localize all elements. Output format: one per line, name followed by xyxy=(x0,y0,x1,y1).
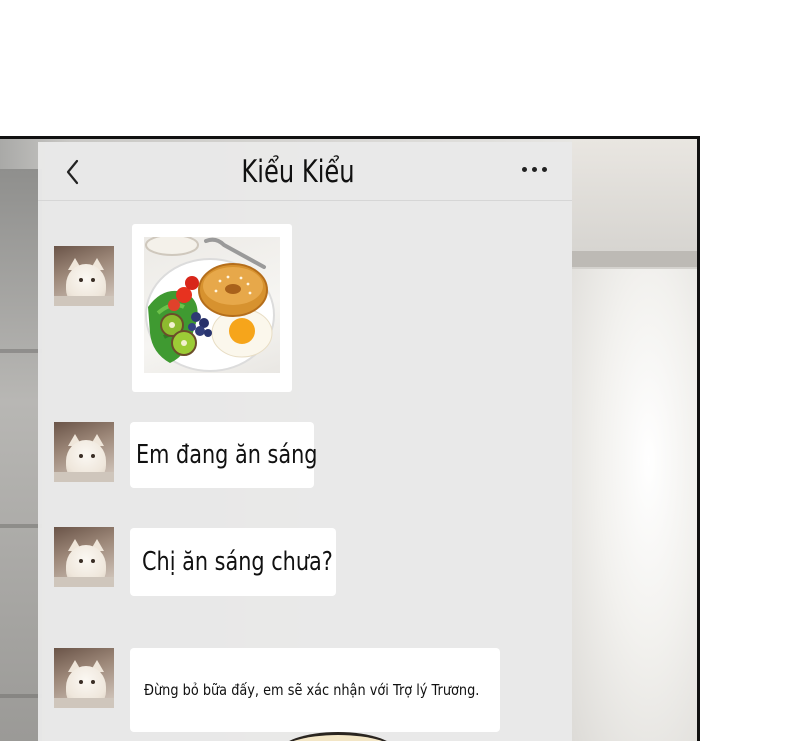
message-text: Em đang ăn sáng xyxy=(136,440,318,470)
message-bubble[interactable]: Chị ăn sáng chưa? xyxy=(130,528,336,596)
chat-screen: Kiểu Kiểu Em đang ăn sáng Chị ăn sáng ch… xyxy=(38,142,572,741)
avatar[interactable] xyxy=(54,422,114,482)
character-head-fragment xyxy=(278,732,398,741)
background-shelf-edge xyxy=(0,694,42,698)
message-text: Đừng bỏ bữa đấy, em sẽ xác nhận với Trợ … xyxy=(144,681,480,699)
cat-eye xyxy=(91,454,95,458)
avatar-floor xyxy=(54,698,114,708)
cat-eye xyxy=(79,680,83,684)
background-wall xyxy=(572,139,697,269)
more-horizontal-icon[interactable] xyxy=(520,164,550,176)
cat-eye xyxy=(79,559,83,563)
avatar-floor xyxy=(54,296,114,306)
background-beam xyxy=(572,251,697,267)
cat-eye xyxy=(79,454,83,458)
more-dot xyxy=(522,167,527,172)
background-shelf-edge xyxy=(0,524,42,528)
avatar[interactable] xyxy=(54,527,114,587)
background-window-light xyxy=(572,269,697,741)
comic-panel: Kiểu Kiểu Em đang ăn sáng Chị ăn sáng ch… xyxy=(0,136,700,741)
cat-eye xyxy=(91,680,95,684)
message-bubble[interactable]: Em đang ăn sáng xyxy=(130,422,318,488)
breakfast-photo xyxy=(144,237,280,373)
message-text: Chị ăn sáng chưa? xyxy=(142,547,333,577)
image-message[interactable] xyxy=(132,224,292,392)
background-shelf-edge xyxy=(0,349,42,353)
cat-eye xyxy=(91,278,95,282)
more-dot xyxy=(532,167,537,172)
comic-panel-canvas: Kiểu Kiểu Em đang ăn sáng Chị ăn sáng ch… xyxy=(0,0,800,741)
chevron-left-icon[interactable] xyxy=(62,158,84,186)
avatar[interactable] xyxy=(54,648,114,708)
background-shelf xyxy=(0,169,42,741)
avatar-floor xyxy=(54,472,114,482)
message-bubble[interactable]: Đừng bỏ bữa đấy, em sẽ xác nhận với Trợ … xyxy=(130,648,500,732)
avatar-floor xyxy=(54,577,114,587)
more-dot xyxy=(542,167,547,172)
chat-title: Kiểu Kiểu xyxy=(241,154,355,190)
chat-header: Kiểu Kiểu xyxy=(38,142,572,201)
cat-eye xyxy=(79,278,83,282)
avatar[interactable] xyxy=(54,246,114,306)
cat-eye xyxy=(91,559,95,563)
